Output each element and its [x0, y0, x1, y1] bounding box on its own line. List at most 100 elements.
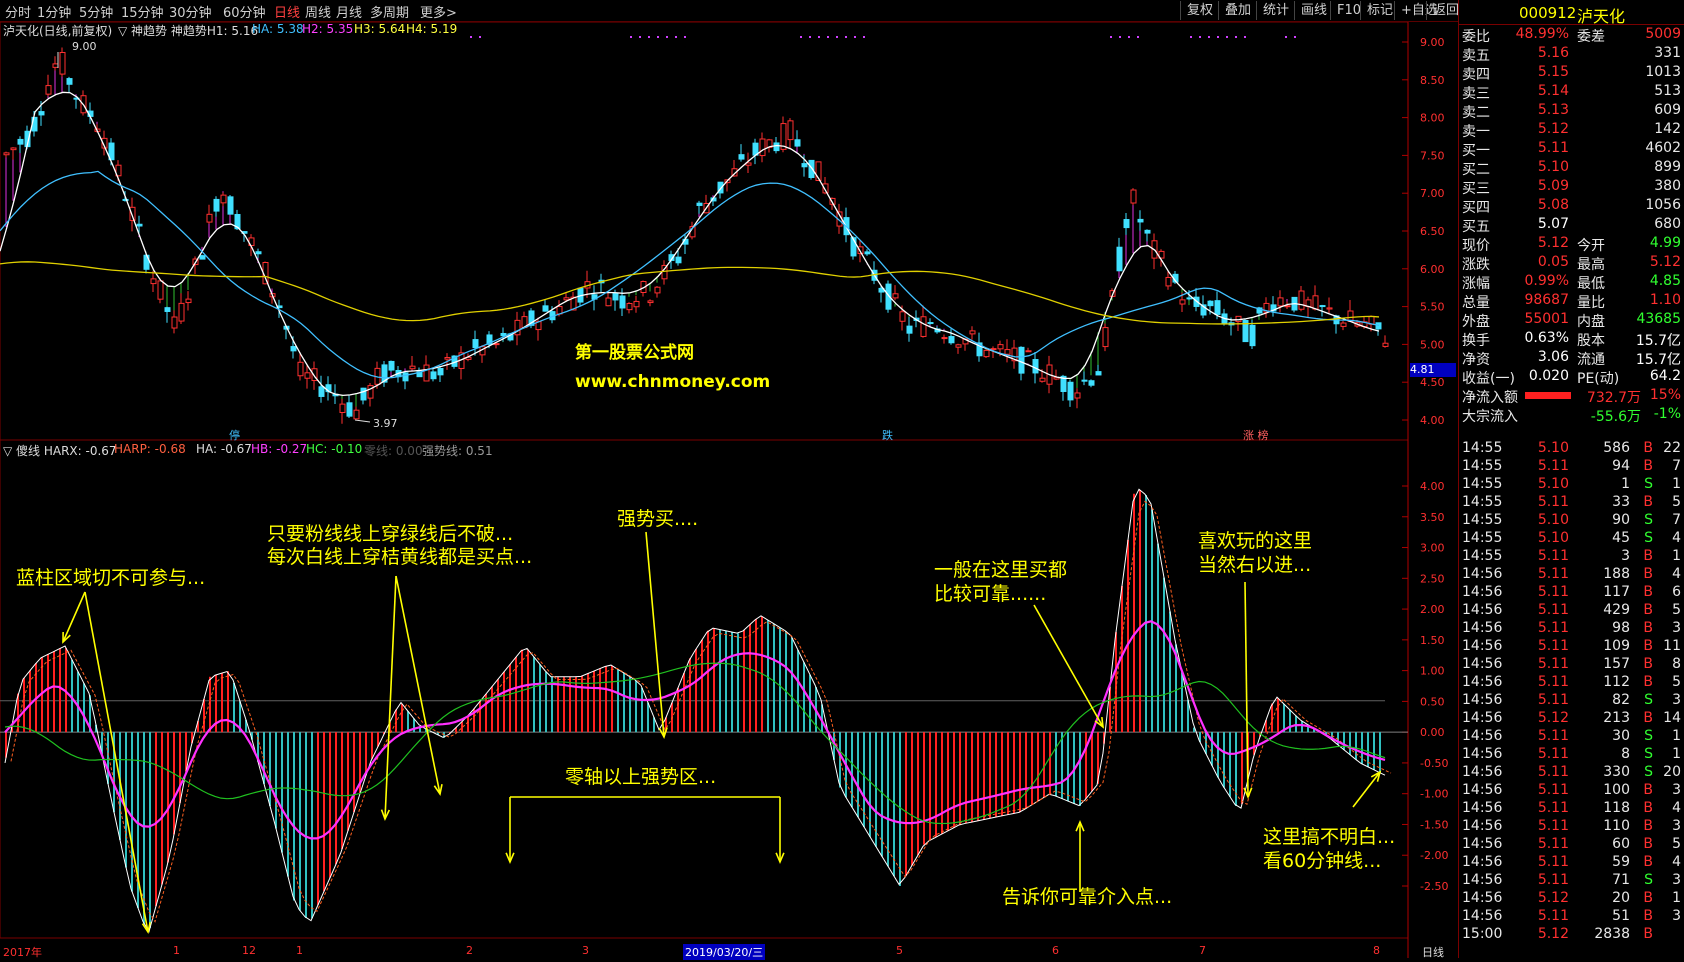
tick-side: B: [1643, 494, 1653, 510]
toolbar-action-2[interactable]: 统计: [1256, 1, 1295, 20]
candle-body: [759, 138, 766, 157]
candle-body: [1340, 322, 1347, 327]
tick-row: 14:56 5.11 118 B 4: [1459, 800, 1684, 818]
signal-dot: [1208, 36, 1210, 38]
candle-body: [38, 111, 45, 116]
toolbar-action-3[interactable]: 画线: [1294, 1, 1333, 20]
tick-time: 14:56: [1462, 728, 1503, 744]
event-label-rank: 涨 榜: [1243, 429, 1269, 442]
tick-side: S: [1644, 530, 1653, 546]
tick-count: 7: [1672, 458, 1681, 474]
candle-body: [444, 356, 451, 360]
candle-body: [1074, 392, 1081, 399]
sell-label: 卖五: [1462, 48, 1490, 64]
period-tab-1[interactable]: 1分钟: [37, 2, 71, 21]
signal-dot: [630, 36, 632, 38]
signal-dot: [479, 36, 481, 38]
period-tab-2[interactable]: 5分钟: [79, 2, 113, 21]
candle-body: [66, 78, 73, 85]
tick-volume: 118: [1603, 800, 1630, 816]
stat2-value-2: 64.2: [1649, 368, 1681, 384]
sub-indicator-name[interactable]: ▽ 傻线 HARX: -0.67: [3, 442, 117, 459]
sell-row-1: 卖四 5.15 1013: [1459, 64, 1684, 83]
main-indicator-name[interactable]: ▽ 神趋势 神趋势H1: 5.16: [118, 22, 258, 39]
tick-volume: 429: [1603, 602, 1630, 618]
candle-body: [906, 325, 913, 334]
tick-time: 14:56: [1462, 620, 1503, 636]
candle-body: [17, 138, 24, 145]
arrow-pink-2: [395, 575, 441, 795]
sub-chart-border: [0, 439, 1409, 939]
candle-body: [353, 409, 360, 420]
candle-body: [213, 198, 220, 212]
weibi-label: 委比: [1462, 29, 1490, 45]
candle-body: [178, 302, 185, 322]
block-pct: -1%: [1653, 406, 1681, 422]
period-tab-7[interactable]: 周线: [305, 2, 331, 21]
main-chart-title: 泸天化(日线,前复权): [3, 24, 113, 38]
period-tab-5[interactable]: 60分钟: [223, 2, 266, 21]
period-tab-10[interactable]: 更多>: [420, 2, 457, 21]
quote-panel: 000912 泸天化 委比 48.99% 委差 5009 卖五 5.16 331 卖四 5.15…: [1458, 0, 1684, 958]
tick-count: 7: [1672, 512, 1681, 528]
tick-price: 5.11: [1537, 584, 1569, 600]
tick-side: S: [1644, 476, 1653, 492]
period-tab-9[interactable]: 多周期: [370, 2, 409, 21]
tick-count: 4: [1672, 566, 1681, 582]
tick-count: 20: [1663, 764, 1681, 780]
candle-body: [206, 213, 213, 223]
tick-time: 14:56: [1462, 638, 1503, 654]
y-tick-label: 5.00: [1420, 338, 1445, 351]
toolbar-action-0[interactable]: 复权: [1180, 1, 1219, 20]
buy-label: 买三: [1462, 181, 1490, 197]
tick-side: B: [1643, 854, 1653, 870]
period-tab-6[interactable]: 日线: [274, 2, 300, 21]
annotation-strong-zone: 零轴以上强势区...: [565, 766, 717, 788]
tick-volume: 90: [1612, 512, 1630, 528]
watermark-title: 第一股票公式网: [575, 343, 694, 363]
tick-time: 14:55: [1462, 458, 1503, 474]
tick-volume: 1: [1621, 476, 1630, 492]
stat-value: 98687: [1524, 292, 1569, 308]
tick-count: 3: [1672, 872, 1681, 888]
tick-row: 14:56 5.12 20 B 1: [1459, 890, 1684, 908]
tick-row: 14:56 5.11 429 B 5: [1459, 602, 1684, 620]
tick-row: 14:56 5.11 188 B 4: [1459, 566, 1684, 584]
y-tick-label: 9.00: [1420, 36, 1445, 49]
period-tab-8[interactable]: 月线: [336, 2, 362, 21]
x-label-2: 2: [466, 944, 473, 957]
tick-row: 14:55 5.10 586 B 22: [1459, 440, 1684, 458]
tick-price: 5.11: [1537, 782, 1569, 798]
signal-dot: [666, 36, 668, 38]
stat-label-2: 量比: [1577, 295, 1605, 311]
tick-price: 5.11: [1537, 836, 1569, 852]
signal-dot: [809, 36, 811, 38]
buy-row-1: 买二 5.10 899: [1459, 159, 1684, 178]
sub-harp-value: HARP: -0.68: [114, 442, 186, 456]
tick-side: B: [1643, 602, 1653, 618]
signal-dot: [1199, 36, 1201, 38]
tick-side: B: [1643, 620, 1653, 636]
tick-row: 14:56 5.11 109 B 11: [1459, 638, 1684, 656]
signal-dot: [657, 36, 659, 38]
kline-chart[interactable]: 9.00 8.50 8.00 7.50 7.00 6.50 6.00 5.50 5.00 4.50…: [0, 21, 1458, 958]
period-tab-4[interactable]: 30分钟: [169, 2, 212, 21]
period-tab-3[interactable]: 15分钟: [121, 2, 164, 21]
tick-row: 14:56 5.11 110 B 3: [1459, 818, 1684, 836]
signal-dot: [1137, 36, 1139, 38]
sub-y-tick-label: 2.50: [1420, 572, 1445, 585]
period-tab-0[interactable]: 分时: [5, 2, 31, 21]
tick-volume: 110: [1603, 818, 1630, 834]
candle-body: [563, 297, 570, 301]
tick-volume: 2838: [1594, 926, 1630, 942]
candle-body: [969, 330, 976, 335]
tick-time: 14:55: [1462, 440, 1503, 456]
tick-time: 14:56: [1462, 674, 1503, 690]
y-tick-label: 7.00: [1420, 187, 1445, 200]
block-value: -55.6万: [1590, 409, 1641, 425]
toolbar-action-1[interactable]: 叠加: [1218, 1, 1257, 20]
candle-body: [52, 63, 59, 68]
sub-hc-value: HC: -0.10: [306, 442, 363, 456]
ma-yellow-line: [0, 261, 1380, 325]
tick-time: 14:55: [1462, 548, 1503, 564]
